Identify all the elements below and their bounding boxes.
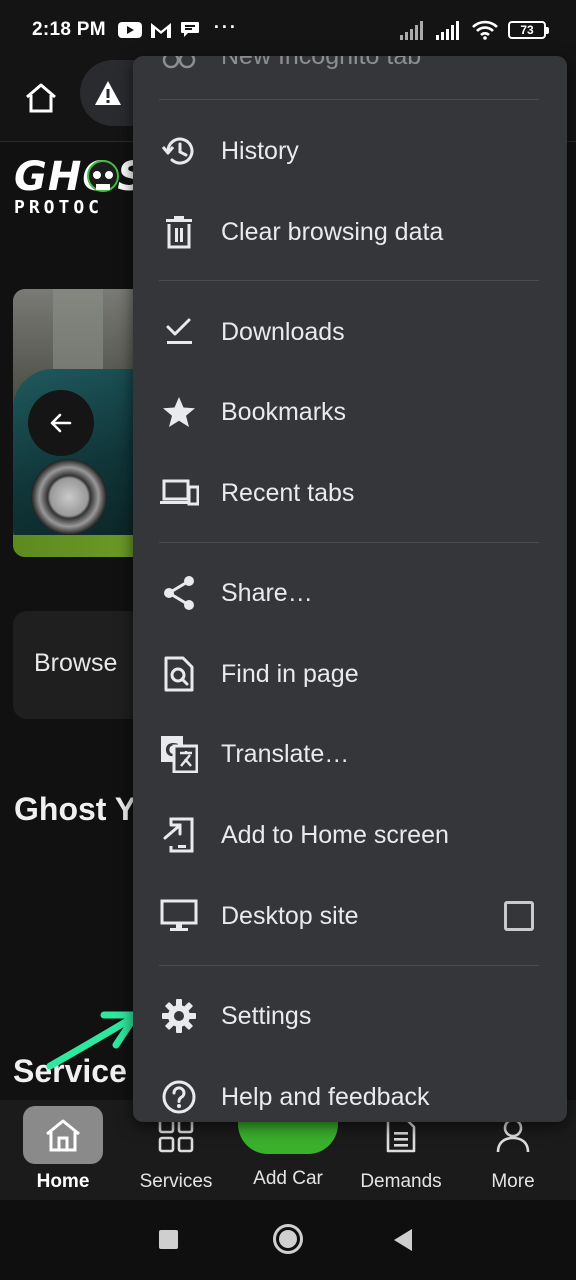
menu-item-bookmarks[interactable]: Bookmarks	[133, 372, 567, 452]
browser-overflow-menu: New Incognito tab History Clear browsing…	[133, 56, 567, 1122]
menu-item-history[interactable]: History	[133, 111, 567, 191]
devices-icon	[159, 473, 199, 513]
nav-services-label: Services	[139, 1171, 213, 1192]
history-icon	[159, 131, 199, 171]
skull-icon	[87, 160, 119, 192]
nav-demands-label: Demands	[360, 1171, 442, 1192]
trash-icon	[159, 212, 199, 252]
desktop-icon	[159, 896, 199, 936]
menu-item-new-incognito-tab[interactable]: New Incognito tab	[221, 56, 421, 71]
arrow-left-icon	[50, 413, 72, 433]
menu-divider	[159, 965, 539, 966]
gear-icon	[159, 996, 199, 1036]
menu-item-clear-browsing-data[interactable]: Clear browsing data	[133, 192, 567, 272]
star-icon	[159, 392, 199, 432]
browser-home-button[interactable]	[20, 77, 62, 119]
recents-button[interactable]	[159, 1230, 178, 1249]
menu-item-help-and-feedback[interactable]: Help and feedback	[133, 1057, 567, 1122]
find-in-page-icon	[159, 654, 199, 694]
desktop-site-checkbox[interactable]	[504, 901, 534, 931]
translate-icon: G	[159, 734, 199, 774]
section-heading: Ghost Y	[14, 791, 137, 827]
incognito-icon	[162, 56, 196, 69]
system-back-button[interactable]	[394, 1229, 412, 1251]
wifi-icon	[472, 20, 498, 40]
menu-item-translate[interactable]: G Translate…	[133, 714, 567, 794]
menu-item-desktop-site[interactable]: Desktop site	[133, 876, 567, 956]
signal-icon	[400, 21, 423, 40]
home-icon	[26, 83, 56, 113]
menu-item-find-in-page[interactable]: Find in page	[133, 634, 567, 714]
carousel-prev-button[interactable]	[28, 390, 94, 456]
system-navigation-bar	[0, 1200, 576, 1280]
menu-item-settings[interactable]: Settings	[133, 976, 567, 1056]
gmail-icon	[150, 23, 171, 38]
nav-home-label: Home	[36, 1171, 90, 1192]
help-icon	[159, 1077, 199, 1117]
share-icon	[159, 573, 199, 613]
warning-icon[interactable]	[93, 78, 123, 108]
battery-icon: 73	[508, 21, 549, 39]
signal-icon-2	[436, 21, 459, 40]
menu-divider	[159, 280, 539, 281]
battery-level: 73	[520, 23, 534, 37]
download-icon	[159, 312, 199, 352]
nav-more-label: More	[491, 1171, 535, 1192]
menu-item-share[interactable]: Share…	[133, 553, 567, 633]
status-time: 2:18 PM	[32, 19, 106, 40]
nav-home[interactable]: Home	[7, 1100, 119, 1200]
car-wheel	[31, 459, 107, 535]
menu-item-add-to-home-screen[interactable]: Add to Home screen	[133, 795, 567, 875]
add-to-home-icon	[159, 815, 199, 855]
menu-item-downloads[interactable]: Downloads	[133, 292, 567, 372]
chat-icon	[180, 22, 199, 37]
more-notifications-icon: ···	[213, 16, 238, 37]
browse-label: Browse	[34, 649, 118, 677]
nav-add-car-label: Add Car	[253, 1168, 323, 1189]
menu-item-recent-tabs[interactable]: Recent tabs	[133, 453, 567, 533]
home-icon	[46, 1119, 80, 1152]
youtube-icon	[117, 22, 142, 38]
system-home-button[interactable]	[273, 1224, 303, 1254]
menu-divider	[159, 99, 539, 100]
menu-divider	[159, 542, 539, 543]
status-bar: 2:18 PM ··· 73	[0, 0, 576, 60]
notification-icons	[117, 21, 200, 39]
